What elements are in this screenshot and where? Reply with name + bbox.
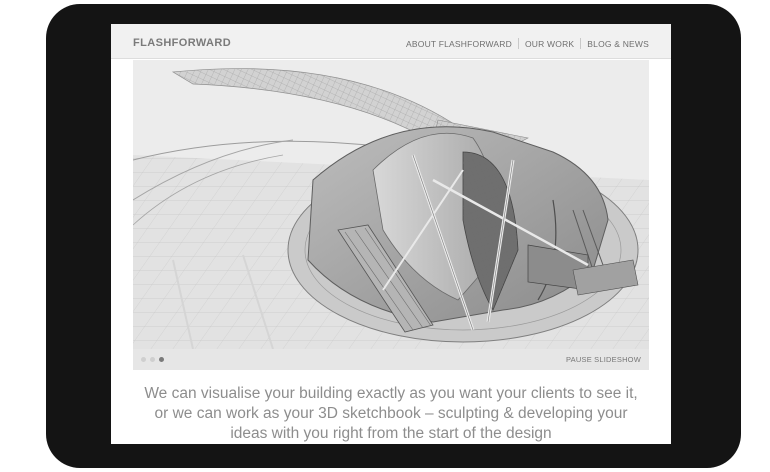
nav-divider <box>580 38 582 49</box>
nav-item-about[interactable]: ABOUT FLASHFORWARD <box>406 39 512 49</box>
site-header: FLASHFORWARD ABOUT FLASHFORWARD OUR WORK… <box>111 24 671 59</box>
slide-dot[interactable] <box>150 357 155 362</box>
nav-item-our-work[interactable]: OUR WORK <box>525 39 574 49</box>
slide-dot[interactable] <box>141 357 146 362</box>
main-nav: ABOUT FLASHFORWARD OUR WORK BLOG & NEWS <box>406 38 649 49</box>
slide-dot-active[interactable] <box>159 357 164 362</box>
site-logo[interactable]: FLASHFORWARD <box>133 37 231 49</box>
nav-item-blog-news[interactable]: BLOG & NEWS <box>587 39 649 49</box>
pause-slideshow-button[interactable]: PAUSE SLIDESHOW <box>566 355 641 364</box>
slideshow-controls: PAUSE SLIDESHOW <box>133 349 649 370</box>
architecture-render-image <box>133 60 649 349</box>
nav-divider <box>517 38 519 49</box>
slide-indicators <box>141 357 164 362</box>
intro-text: We can visualise your building exactly a… <box>144 385 638 442</box>
device-screen: FLASHFORWARD ABOUT FLASHFORWARD OUR WORK… <box>111 24 671 444</box>
slideshow-image <box>133 60 649 349</box>
